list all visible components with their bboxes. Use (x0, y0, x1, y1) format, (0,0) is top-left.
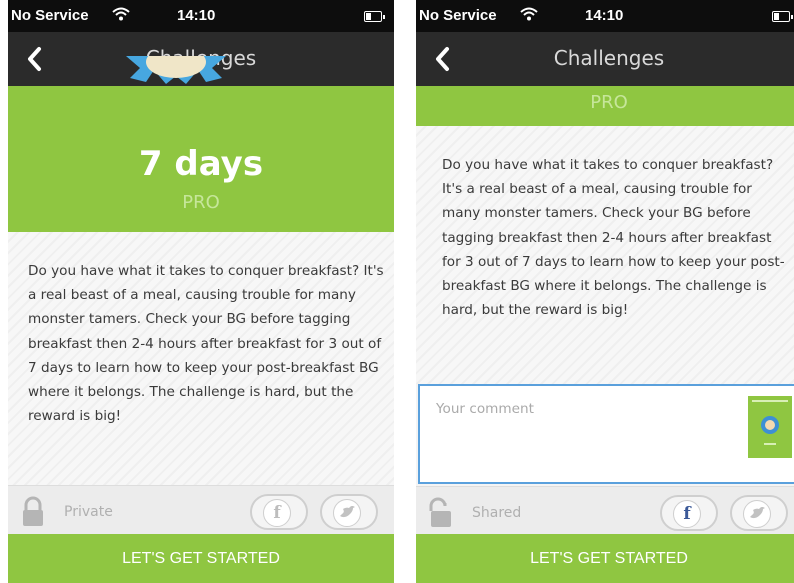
description-panel: Do you have what it takes to conquer bre… (8, 232, 394, 485)
comment-input[interactable] (434, 396, 718, 422)
lock-closed-icon[interactable] (18, 496, 48, 528)
twitter-share-toggle[interactable] (320, 494, 378, 530)
status-bar: No Service 14:10 (416, 0, 794, 32)
clock: 14:10 (177, 7, 216, 24)
challenge-duration: 7 days (138, 144, 264, 184)
clock: 14:10 (585, 7, 624, 24)
carrier-label: No Service (419, 7, 497, 24)
challenge-level: PRO (182, 192, 220, 213)
facebook-icon: f (263, 499, 291, 527)
lock-open-icon[interactable] (426, 497, 456, 529)
carrier-label: No Service (11, 7, 89, 24)
twitter-icon (333, 499, 361, 527)
facebook-icon: f (673, 500, 701, 528)
facebook-share-toggle[interactable]: f (250, 494, 308, 530)
share-bar: Shared f (416, 486, 794, 535)
challenge-thumbnail (748, 396, 792, 458)
challenge-badge-icon (126, 56, 226, 84)
facebook-share-toggle[interactable]: f (660, 495, 718, 531)
share-bar: Private f (8, 485, 394, 534)
wifi-icon (112, 7, 130, 21)
challenge-description: Do you have what it takes to conquer bre… (442, 157, 785, 319)
wifi-icon (520, 7, 538, 21)
challenge-description: Do you have what it takes to conquer bre… (28, 263, 384, 425)
lets-get-started-button[interactable]: LET'S GET STARTED (416, 534, 794, 583)
challenge-level: PRO (590, 92, 628, 113)
lets-get-started-button[interactable]: LET'S GET STARTED (8, 534, 394, 583)
challenge-header: 7 days PRO (8, 56, 394, 232)
status-bar: No Service 14:10 (8, 0, 394, 32)
description-panel: Do you have what it takes to conquer bre… (416, 126, 794, 384)
thumbnail-title-line (752, 400, 788, 402)
privacy-label: Private (64, 504, 113, 520)
twitter-share-toggle[interactable] (730, 495, 788, 531)
comment-box (418, 384, 794, 484)
monster-face-icon (765, 420, 775, 430)
challenge-header: PRO (416, 86, 794, 126)
privacy-label: Shared (472, 505, 522, 521)
challenge-screen-private: No Service 14:10 Challenges 7 days PRO D… (8, 0, 394, 583)
challenge-screen-shared: No Service 14:10 Challenges PRO Do you h… (416, 0, 794, 583)
nav-bar: Challenges (416, 32, 794, 86)
battery-icon (364, 11, 385, 22)
thumbnail-caption-line (764, 443, 776, 445)
page-title: Challenges (553, 46, 665, 70)
battery-icon (772, 11, 793, 22)
twitter-icon (743, 500, 771, 528)
